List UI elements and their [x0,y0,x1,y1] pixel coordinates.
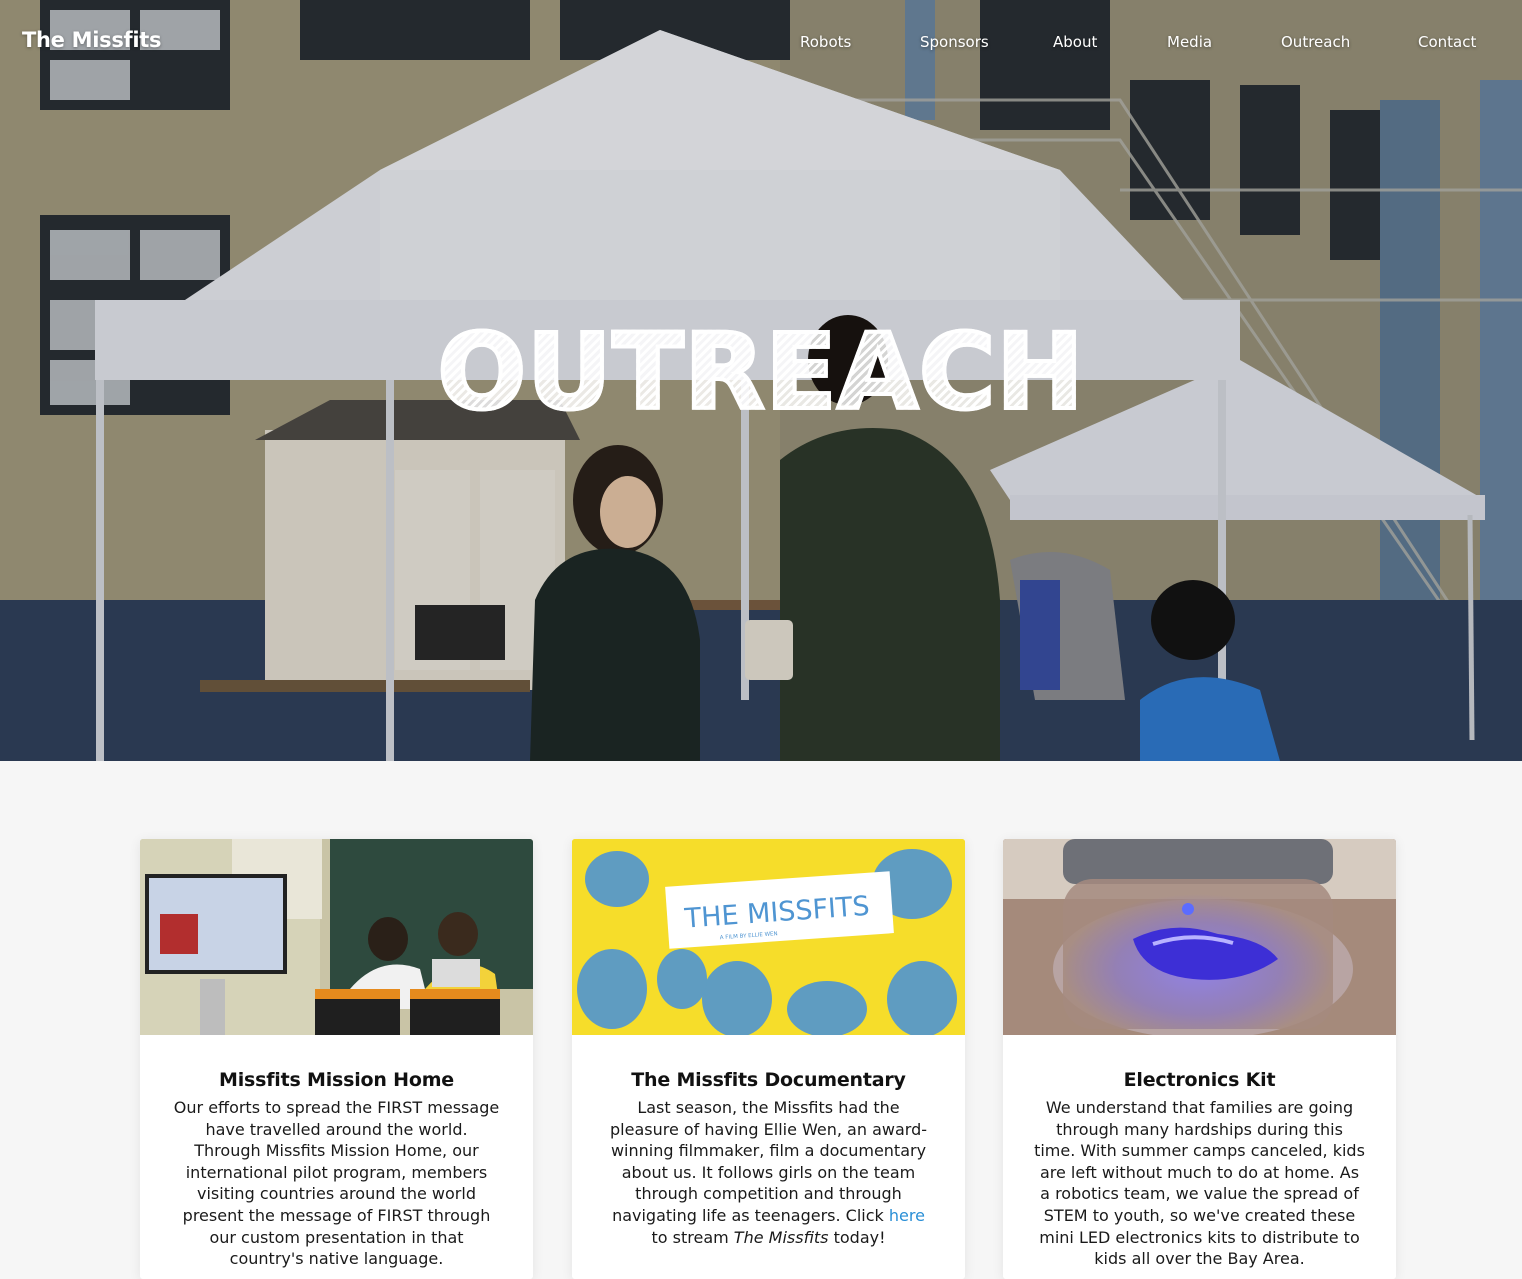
film-title: The Missfits [733,1227,829,1247]
nav-item-outreach[interactable]: Outreach [1281,33,1350,51]
card-image-classroom [140,839,533,1035]
card-body-text: Last season, the Missfits had the pleasu… [610,1098,927,1225]
card-title: The Missfits Documentary [631,1069,906,1091]
card-title: Missfits Mission Home [218,1069,454,1091]
card-body: Our efforts to spread the FIRST message … [173,1098,500,1269]
card-title: Electronics Kit [1123,1069,1276,1091]
card-mission-home: Missfits Mission Home Our efforts to spr… [140,839,533,1279]
nav-item-about[interactable]: About [1053,33,1097,51]
card-image-documentary-poster: THE MISSFITS A FILM BY ELLIE WEN [572,839,965,1035]
card-body: We understand that families are going th… [1034,1098,1365,1269]
nav-item-contact[interactable]: Contact [1418,33,1476,51]
nav-item-sponsors[interactable]: Sponsors [920,33,989,51]
page-title-text: OUTREACH [436,310,1086,434]
outreach-cards: Missfits Mission Home Our efforts to spr… [140,839,1396,1279]
main-nav: Robots Sponsors About Media Outreach Con… [0,33,1522,55]
card-body-text: to stream [651,1227,734,1247]
card-image-led-jar [1003,839,1396,1035]
stream-link[interactable]: here [889,1206,925,1225]
card-documentary: THE MISSFITS A FILM BY ELLIE WEN The Mis… [572,839,965,1279]
card-body: Last season, the Missfits had the pleasu… [602,1097,935,1248]
nav-item-robots[interactable]: Robots [800,33,851,51]
hero-banner: The Missfits Robots Sponsors About Media… [0,0,1522,761]
page-title: OUTREACH [0,310,1522,434]
card-body-text: today! [828,1227,886,1247]
nav-item-media[interactable]: Media [1167,33,1212,51]
card-electronics-kit: Electronics Kit We understand that famil… [1003,839,1396,1279]
